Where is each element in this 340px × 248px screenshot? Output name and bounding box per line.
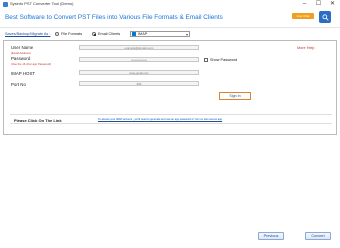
email-clients-radio-option[interactable]: Email Clients [92,32,120,36]
saves-as-label: Saves/Backup/Migrate As : [5,32,51,36]
convert-button[interactable]: Convert [305,232,331,240]
username-field[interactable]: example@domain.com [79,45,199,50]
sign-in-button[interactable]: Sign In [219,92,251,100]
imap-icon [132,32,136,36]
app-logo-icon [3,2,8,7]
imap-host-label: IMAP HOST [11,71,36,76]
app-header: Best Software to Convert PST Files into … [0,10,340,28]
show-password-option[interactable]: Show Password [204,58,237,62]
file-formats-label: File Formats [61,32,83,36]
search-button[interactable] [319,11,331,23]
imap-login-panel: User Name (Email Address) example@domain… [3,40,337,135]
email-clients-radio[interactable] [92,32,96,36]
password-field[interactable]: •••••••••••••••• [79,57,199,62]
username-hint: (Email Address) [11,51,31,55]
header-title: Best Software to Convert PST Files into … [5,14,223,21]
click-link-label: Please Click On The Link [14,117,62,123]
window-title: Sysinfo PST Converter Tool (Demo) [10,1,74,6]
chevron-down-icon: ▾ [185,32,188,37]
close-button[interactable]: ✕ [329,1,336,8]
port-field[interactable]: 993 [79,81,199,86]
password-hint: (Use the 16 char app Password) [11,62,52,66]
maximize-button[interactable]: ☐ [315,1,322,8]
file-formats-radio-option[interactable]: File Formats [55,32,82,36]
search-icon [321,13,329,21]
app-password-link[interactable]: To access your IMAP account , you'll nee… [98,118,222,121]
previous-button[interactable]: Previous [258,232,284,240]
password-label: Password [11,56,31,61]
show-password-checkbox[interactable] [204,58,208,62]
window-titlebar: Sysinfo PST Converter Tool (Demo) – ☐ ✕ [0,0,340,10]
minimize-button[interactable]: – [301,1,308,8]
username-label: User Name [11,45,34,50]
file-formats-radio[interactable] [55,32,59,36]
imap-host-field[interactable]: imap.gmail.com [79,70,199,75]
show-password-label: Show Password [210,58,238,62]
window-controls: – ☐ ✕ [301,1,336,8]
email-client-select[interactable]: IMAP ▾ [130,31,190,37]
more-help-link[interactable]: More Help [297,46,315,50]
live-chat-button[interactable]: Live Chat [292,13,314,19]
email-clients-label: Email Clients [98,32,121,36]
port-label: Port No [11,82,26,87]
email-client-selected: IMAP [138,32,148,36]
app-password-link-row: Please Click On The Link To access your … [10,114,332,124]
